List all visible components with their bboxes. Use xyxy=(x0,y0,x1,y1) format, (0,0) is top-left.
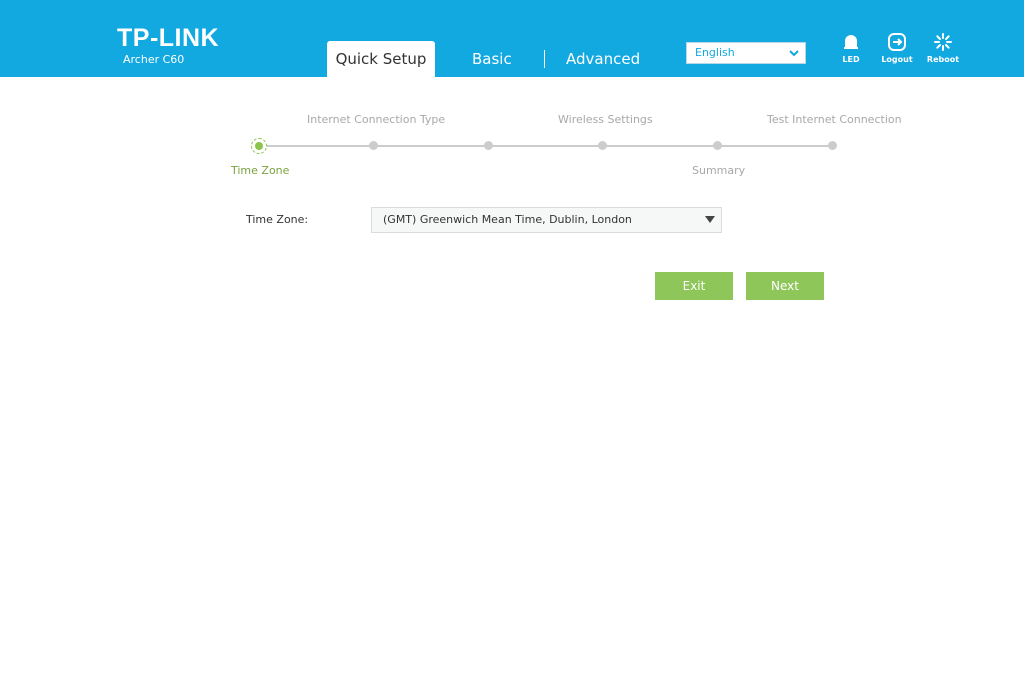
step-dot xyxy=(713,141,722,150)
next-button[interactable]: Next xyxy=(746,272,824,300)
time-zone-select-value: (GMT) Greenwich Mean Time, Dublin, Londo… xyxy=(383,213,632,226)
step-dot xyxy=(598,141,607,150)
step-label-test-internet-connection: Test Internet Connection xyxy=(767,113,902,126)
step-dot-active xyxy=(251,138,267,154)
step-dot xyxy=(828,141,837,150)
progress-track xyxy=(259,145,832,147)
time-zone-label: Time Zone: xyxy=(246,213,309,226)
step-dot xyxy=(369,141,378,150)
step-label-summary: Summary xyxy=(692,164,746,177)
step-label-wireless-settings: Wireless Settings xyxy=(558,113,653,126)
step-label-time-zone: Time Zone xyxy=(231,164,290,177)
time-zone-select[interactable]: (GMT) Greenwich Mean Time, Dublin, Londo… xyxy=(371,207,722,233)
step-dot xyxy=(484,141,493,150)
dropdown-arrow-icon xyxy=(705,216,715,223)
setup-progress: Internet Connection Type Wireless Settin… xyxy=(0,0,1024,200)
step-label-internet-connection-type: Internet Connection Type xyxy=(307,113,446,126)
exit-button[interactable]: Exit xyxy=(655,272,733,300)
